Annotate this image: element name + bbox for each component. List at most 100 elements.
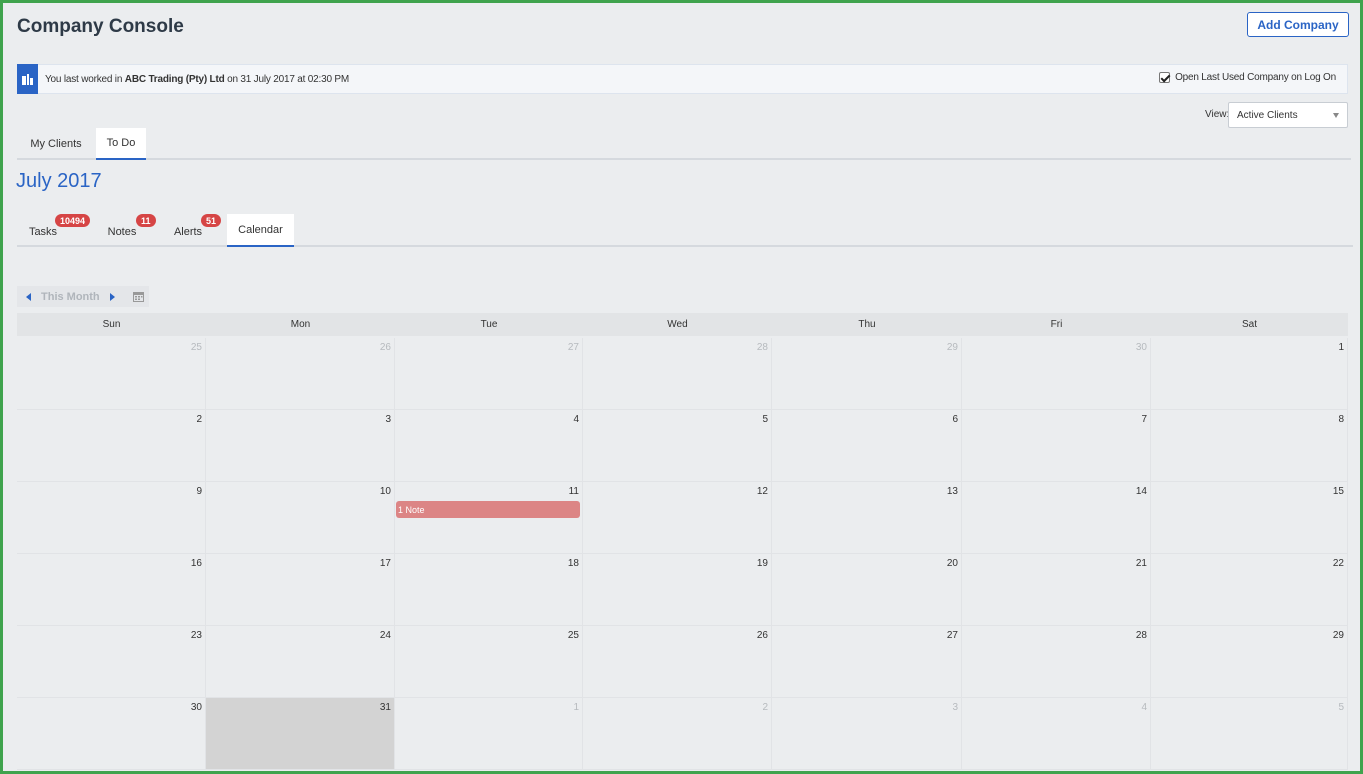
calendar-day-cell[interactable]: 22 [1151,554,1348,626]
calendar-day-cell[interactable]: 2 [583,698,772,770]
tab-label: My Clients [30,138,82,150]
tasks-count-badge: 10494 [55,214,91,227]
calendar-day-cell[interactable]: 3 [772,698,962,770]
day-number: 28 [1135,630,1147,641]
calendar-day-cell[interactable]: 13 [772,482,962,554]
last-worked-bar: You last worked in ABC Trading (Pty) Ltd… [17,64,1348,94]
open-last-option: Open Last Used Company on Log On [1159,72,1336,83]
day-number: 14 [1135,486,1147,497]
calendar-day-cell[interactable]: 2 [17,410,206,482]
calendar-day-cell[interactable]: 30 [17,698,206,770]
calendar-day-cell[interactable]: 7 [962,410,1151,482]
calendar-day-cell[interactable]: 4 [962,698,1151,770]
day-number: 1 [573,702,579,713]
page-title: Company Console [17,16,184,37]
calendar-day-cell[interactable]: 29 [1151,626,1348,698]
tab-label: To Do [106,137,136,149]
calendar-day-cell[interactable]: 5 [1151,698,1348,770]
calendar-day-cell[interactable]: 16 [17,554,206,626]
day-number: 31 [379,702,391,713]
tab-my-clients[interactable]: My Clients [17,128,95,160]
calendar-day-cell[interactable]: 19 [583,554,772,626]
last-worked-prefix: You last worked in [45,73,123,85]
tab-to-do[interactable]: To Do [96,128,146,160]
calendar-day-cell[interactable]: 8 [1151,410,1348,482]
calendar-day-cell[interactable]: 9 [17,482,206,554]
add-company-button[interactable]: Add Company [1247,12,1349,37]
tab-calendar[interactable]: Calendar [227,214,294,247]
calendar-day-cell[interactable]: 27 [772,626,962,698]
weekday-label: Mon [290,319,311,330]
last-worked-text: You last worked in ABC Trading (Pty) Ltd… [45,74,349,85]
calendar-day-cell[interactable]: 29 [772,338,962,410]
this-month-button[interactable]: This Month [41,291,100,303]
open-last-checkbox[interactable] [1159,72,1171,83]
month-heading: July 2017 [16,170,102,192]
calendar-day-cell[interactable]: 25 [395,626,583,698]
day-number: 29 [1332,630,1344,641]
calendar-day-cell[interactable]: 25 [17,338,206,410]
last-worked-company: ABC Trading (Pty) Ltd [124,73,225,85]
day-number: 1 [1338,342,1344,353]
calendar-icon[interactable] [133,291,144,302]
day-number: 5 [762,414,768,425]
calendar-day-cell[interactable]: 1 [395,698,583,770]
calendar-day-cell[interactable]: 15 [1151,482,1348,554]
view-label: View: [1205,109,1230,120]
day-number: 3 [385,414,391,425]
calendar-day-cell[interactable]: 30 [962,338,1151,410]
day-number: 2 [196,414,202,425]
calendar-day-cell[interactable]: 27 [395,338,583,410]
day-number: 30 [190,702,202,713]
calendar-day-cell[interactable]: 1 [1151,338,1348,410]
last-worked-suffix: on 31 July 2017 at 02:30 PM [227,73,349,85]
view-select[interactable]: Active Clients [1228,102,1348,128]
day-number: 27 [946,630,958,641]
day-number: 17 [379,558,391,569]
day-number: 18 [567,558,579,569]
day-number: 19 [756,558,768,569]
calendar-day-cell-today[interactable]: 31 [206,698,395,770]
day-number: 25 [567,630,579,641]
calendar-day-cell[interactable]: 21 [962,554,1151,626]
alerts-count-badge: 51 [201,214,222,227]
calendar-day-cell[interactable]: 20 [772,554,962,626]
calendar-day-cell[interactable]: 5 [583,410,772,482]
calendar-day-cell[interactable]: 26 [206,338,395,410]
day-number: 28 [756,342,768,353]
calendar-day-cell[interactable]: 4 [395,410,583,482]
day-number: 7 [1141,414,1147,425]
day-number: 4 [573,414,579,425]
day-number: 26 [379,342,391,353]
weekday-label: Tue [480,319,498,330]
day-number: 22 [1332,558,1344,569]
weekday-label: Wed [667,319,688,330]
calendar-day-cell[interactable]: 11 1 Note [395,482,583,554]
calendar-day-cell[interactable]: 17 [206,554,395,626]
day-number: 11 [568,486,579,497]
next-month-icon[interactable] [109,292,115,301]
calendar-day-cell[interactable]: 6 [772,410,962,482]
day-number: 30 [1135,342,1147,353]
calendar-month-grid: 25 26 27 28 29 30 1 2 3 4 5 6 7 8 9 10 11 1 Note 12 13 14 15 1… [17,338,1348,774]
calendar-day-cell[interactable]: 3 [206,410,395,482]
calendar-event-note[interactable]: 1 Note [396,501,580,518]
weekday-label: Sun [102,319,121,330]
previous-month-icon[interactable] [26,292,31,301]
calendar-day-cell[interactable]: 23 [17,626,206,698]
day-number: 26 [756,630,768,641]
day-number: 27 [567,342,579,353]
calendar-day-cell[interactable]: 24 [206,626,395,698]
calendar-day-cell[interactable]: 28 [583,338,772,410]
calendar-day-cell[interactable]: 28 [962,626,1151,698]
main-tabs: My Clients To Do [17,128,1351,160]
calendar-day-cell[interactable]: 18 [395,554,583,626]
tab-label: Tasks [28,226,58,238]
calendar-day-cell[interactable]: 26 [583,626,772,698]
calendar-day-cell[interactable]: 12 [583,482,772,554]
day-number: 29 [946,342,958,353]
day-number: 3 [952,702,958,713]
calendar-day-cell[interactable]: 10 [206,482,395,554]
calendar-day-cell[interactable]: 14 [962,482,1151,554]
notes-count-badge: 11 [136,214,156,227]
